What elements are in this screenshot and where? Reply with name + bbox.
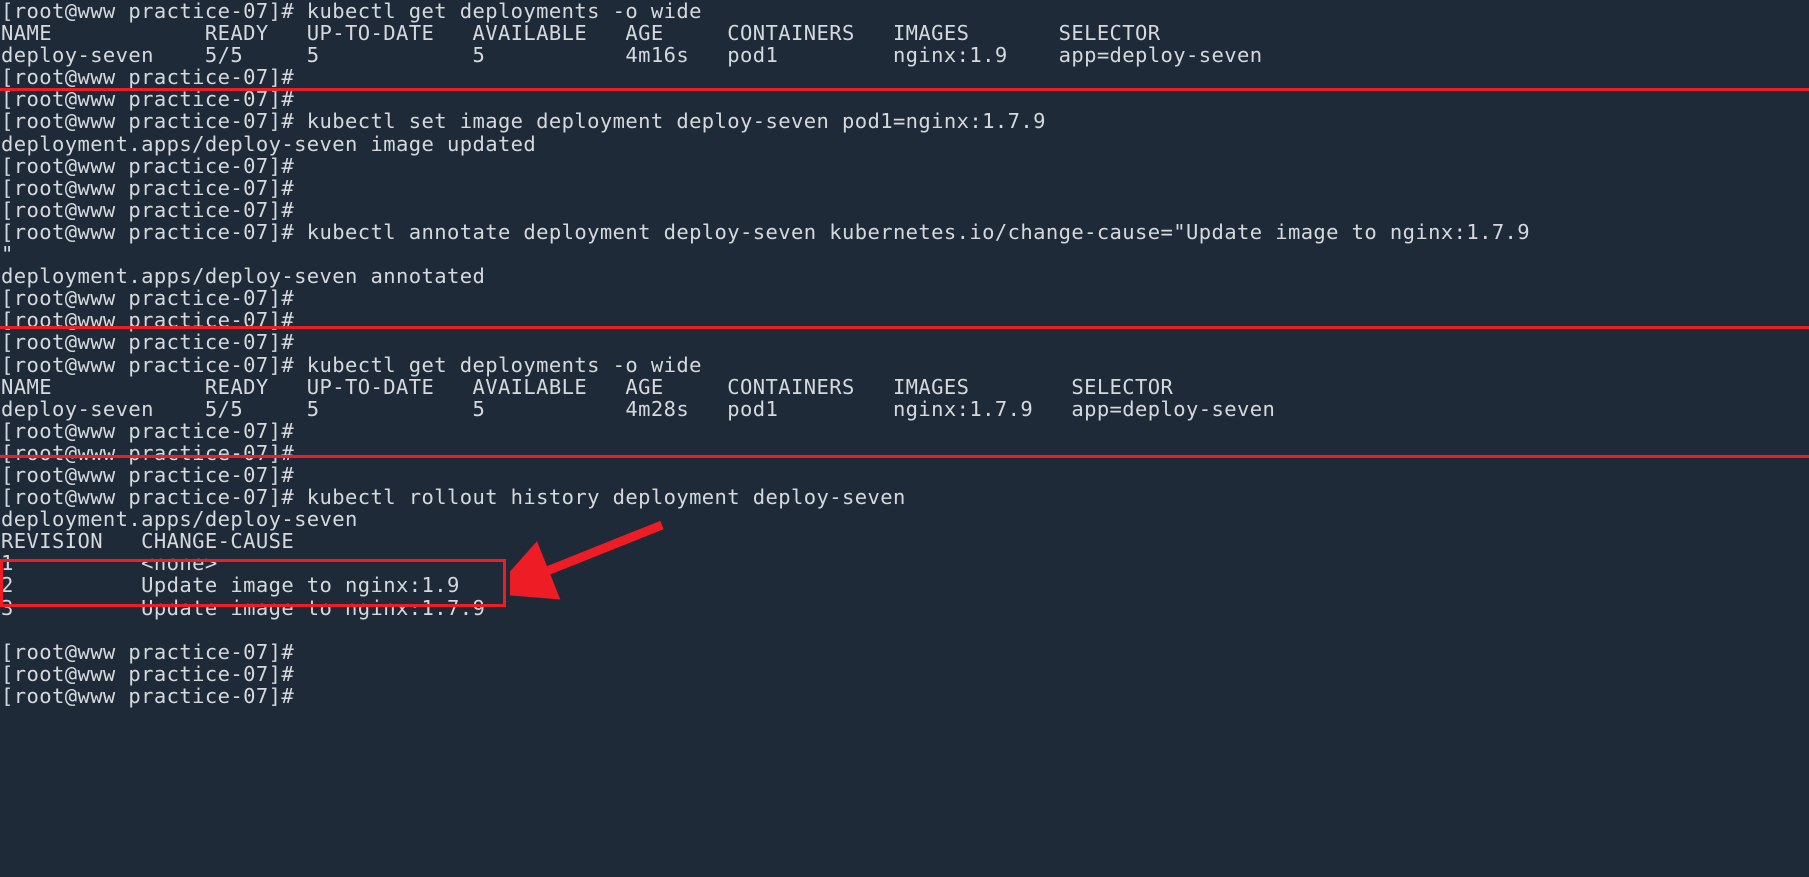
terminal-line: [root@www practice-07]# <box>1 65 295 90</box>
terminal-screen: [root@www practice-07]# kubectl get depl… <box>0 0 1809 877</box>
terminal-line: [root@www practice-07]# kubectl get depl… <box>1 0 702 23</box>
divider-before-second-get <box>0 326 1809 329</box>
terminal-line: " <box>1 242 14 267</box>
terminal-line: [root@www practice-07]# <box>1 153 295 178</box>
terminal-line: [root@www practice-07]# <box>1 286 295 311</box>
terminal-line: deployment.apps/deploy-seven image updat… <box>1 131 537 156</box>
terminal-line: [root@www practice-07]# kubectl annotate… <box>1 219 1531 244</box>
terminal-line: [root@www practice-07]# <box>1 661 295 686</box>
revision-highlight-box <box>0 559 506 607</box>
terminal-line: [root@www practice-07]# kubectl set imag… <box>1 109 1046 134</box>
terminal-line: [root@www practice-07]# <box>1 639 295 664</box>
divider-after-first-get <box>0 88 1809 91</box>
terminal-line: deployment.apps/deploy-seven annotated <box>1 264 486 289</box>
terminal-line: [root@www practice-07]# <box>1 330 295 355</box>
terminal-line: [root@www practice-07]# <box>1 87 295 112</box>
terminal-line: [root@www practice-07]# kubectl get depl… <box>1 352 702 377</box>
divider-before-rollout-history <box>0 455 1809 458</box>
terminal-line: NAME READY UP-TO-DATE AVAILABLE AGE CONT… <box>1 21 1161 46</box>
terminal-line: [root@www practice-07]# <box>1 440 295 465</box>
terminal-line: [root@www practice-07]# kubectl rollout … <box>1 485 906 510</box>
terminal-line: [root@www practice-07]# <box>1 175 295 200</box>
terminal-line: deployment.apps/deploy-seven <box>1 507 358 532</box>
terminal-line: [root@www practice-07]# <box>1 462 295 487</box>
terminal-line: [root@www practice-07]# <box>1 418 295 443</box>
terminal-line: [root@www practice-07]# <box>1 197 295 222</box>
terminal-line: REVISION CHANGE-CAUSE <box>1 529 295 554</box>
terminal-line: [root@www practice-07]# <box>1 683 295 708</box>
terminal-line: deploy-seven 5/5 5 5 4m28s pod1 nginx:1.… <box>1 396 1276 421</box>
terminal-line: deploy-seven 5/5 5 5 4m16s pod1 nginx:1.… <box>1 43 1263 68</box>
terminal-line: NAME READY UP-TO-DATE AVAILABLE AGE CONT… <box>1 374 1174 399</box>
